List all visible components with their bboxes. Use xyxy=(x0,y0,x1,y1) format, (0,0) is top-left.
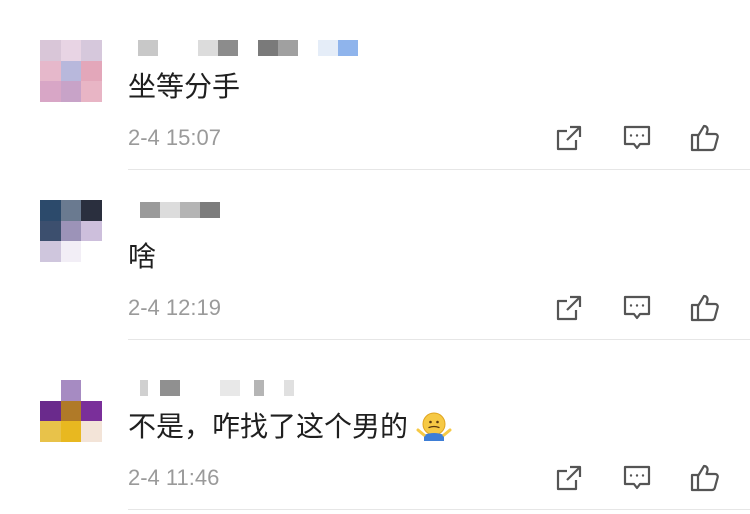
username-redacted[interactable] xyxy=(130,202,220,218)
reply-button[interactable] xyxy=(620,121,654,155)
comment-text: 不是，咋找了这个男的 xyxy=(128,410,454,444)
share-button[interactable] xyxy=(552,121,586,155)
like-button[interactable] xyxy=(688,121,722,155)
share-icon xyxy=(556,295,582,321)
comment-timestamp: 2-4 12:19 xyxy=(128,295,221,320)
comment-timestamp: 2-4 11:46 xyxy=(128,465,220,490)
comment-text-content: 不是，咋找了这个男的 xyxy=(128,410,409,443)
avatar[interactable] xyxy=(40,200,102,262)
thumbs-up-icon xyxy=(690,294,719,322)
thumbs-up-icon xyxy=(690,464,719,492)
thumbs-up-icon xyxy=(690,124,719,152)
username-redacted[interactable] xyxy=(130,380,294,396)
comment-text: 坐等分手 xyxy=(128,70,241,103)
like-button[interactable] xyxy=(688,461,722,495)
share-icon xyxy=(556,125,582,151)
shrug-emoji-icon xyxy=(416,412,452,441)
share-icon xyxy=(556,465,582,491)
comment-item[interactable]: 啥 2-4 12:19 xyxy=(0,170,750,338)
divider xyxy=(128,509,750,510)
comment-item[interactable]: 坐等分手 2-4 15:07 xyxy=(0,0,750,168)
comment-actions xyxy=(552,121,722,155)
comment-actions xyxy=(552,291,722,325)
comment-text: 啥 xyxy=(128,240,157,273)
comment-timestamp: 2-4 15:07 xyxy=(128,125,221,150)
comment-icon xyxy=(623,125,651,150)
share-button[interactable] xyxy=(552,291,586,325)
comment-icon xyxy=(623,465,651,490)
avatar[interactable] xyxy=(40,380,102,442)
avatar[interactable] xyxy=(40,40,102,102)
share-button[interactable] xyxy=(552,461,586,495)
like-button[interactable] xyxy=(688,291,722,325)
reply-button[interactable] xyxy=(620,461,654,495)
comment-icon xyxy=(623,295,651,320)
reply-button[interactable] xyxy=(620,291,654,325)
comment-item[interactable]: 不是，咋找了这个男的 2-4 11:46 xyxy=(0,340,750,508)
comment-actions xyxy=(552,461,722,495)
username-redacted[interactable] xyxy=(130,40,358,56)
